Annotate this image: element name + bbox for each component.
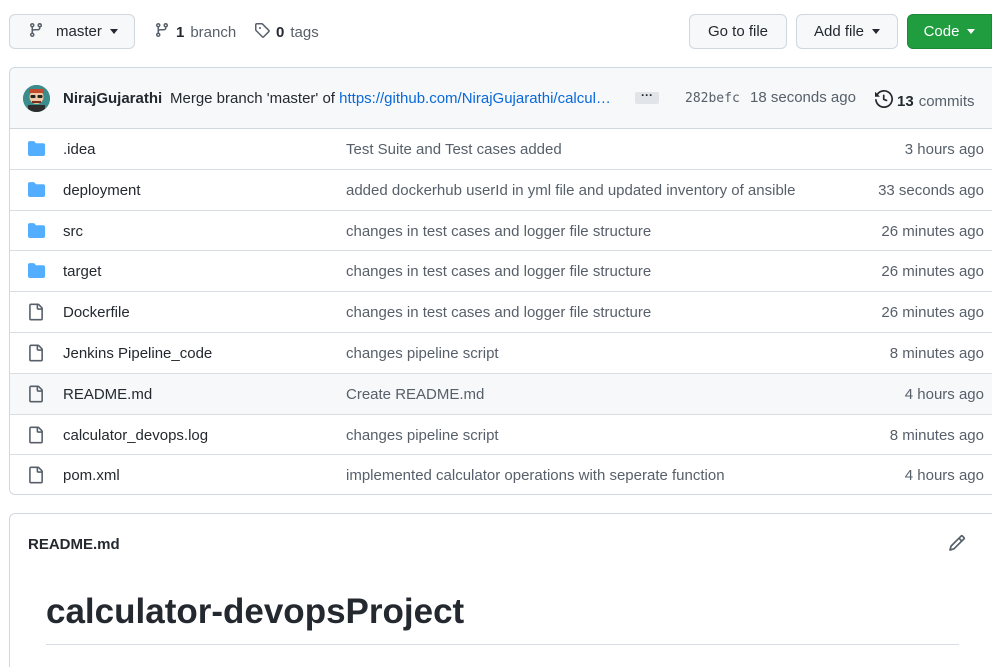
file-commit-message-link[interactable]: implemented calculator operations with s… xyxy=(346,467,725,484)
branch-count: 1 xyxy=(176,23,185,41)
commit-count: 13 xyxy=(897,92,914,110)
history-icon xyxy=(875,89,894,112)
chevron-down-icon xyxy=(967,29,976,34)
branch-selector-button[interactable]: master xyxy=(9,14,135,49)
file-name-link[interactable]: README.md xyxy=(63,386,152,403)
latest-commit-bar: NirajGujarathi Merge branch 'master' of … xyxy=(10,68,992,129)
go-to-file-button[interactable]: Go to file xyxy=(689,14,787,49)
file-name-link[interactable]: target xyxy=(63,263,101,280)
commit-count-label: commits xyxy=(918,92,975,110)
commit-message-text: Merge branch 'master' of xyxy=(170,90,335,107)
file-name-link[interactable]: calculator_devops.log xyxy=(63,427,208,444)
folder-icon xyxy=(27,222,46,243)
file-commit-time: 4 hours ago xyxy=(904,467,984,485)
readme-panel: README.md calculator-devopsProject xyxy=(9,513,992,667)
repo-toolbar: master 1 branch 0 tags Go to file Add fi… xyxy=(0,0,992,62)
file-row[interactable]: README.md Create README.md 4 hours ago xyxy=(10,373,992,415)
file-commit-time: 8 minutes ago xyxy=(889,426,984,444)
file-row[interactable]: .idea Test Suite and Test cases added 3 ho… xyxy=(10,129,992,170)
commit-author[interactable]: NirajGujarathi xyxy=(63,90,162,107)
divider xyxy=(46,644,959,645)
avatar[interactable] xyxy=(23,85,50,112)
file-commit-message-link[interactable]: changes pipeline script xyxy=(346,345,499,362)
code-label: Code xyxy=(923,23,960,40)
file-commit-time: 26 minutes ago xyxy=(881,222,984,240)
folder-icon xyxy=(27,262,46,283)
tag-label: tags xyxy=(290,23,319,41)
branches-link[interactable]: 1 branch xyxy=(154,22,236,42)
add-file-label: Add file xyxy=(813,23,865,40)
file-icon xyxy=(27,344,44,366)
commits-history-link[interactable]: 13 commits xyxy=(875,89,975,112)
expand-commit-message-button[interactable]: ··· xyxy=(635,89,659,104)
file-row[interactable]: Jenkins Pipeline_code changes pipeline sc… xyxy=(10,333,992,374)
commit-message[interactable]: Merge branch 'master' of https://github.… xyxy=(170,90,611,107)
tag-icon xyxy=(254,22,270,42)
commit-message-link[interactable]: https://github.com/NirajGujarathi/calcul… xyxy=(339,90,611,107)
file-commit-message-link[interactable]: changes in test cases and logger file st… xyxy=(346,223,651,240)
file-commit-time: 26 minutes ago xyxy=(881,263,984,281)
branch-label: branch xyxy=(190,23,237,41)
folder-icon xyxy=(27,140,46,161)
file-commit-message-link[interactable]: changes in test cases and logger file st… xyxy=(346,263,651,280)
file-commit-message-link[interactable]: Create README.md xyxy=(346,386,484,403)
chevron-down-icon xyxy=(872,29,881,34)
add-file-button[interactable]: Add file xyxy=(796,14,898,49)
folder-icon xyxy=(27,181,46,202)
file-browser: NirajGujarathi Merge branch 'master' of … xyxy=(9,67,992,495)
readme-header: README.md xyxy=(28,536,120,553)
file-name-link[interactable]: Jenkins Pipeline_code xyxy=(63,345,212,362)
file-row[interactable]: target changes in test cases and logger f… xyxy=(10,251,992,293)
file-icon xyxy=(27,426,44,448)
file-name-link[interactable]: src xyxy=(63,223,83,240)
file-commit-message-link[interactable]: changes in test cases and logger file st… xyxy=(346,304,651,321)
go-to-file-label: Go to file xyxy=(707,23,769,40)
file-name-link[interactable]: deployment xyxy=(63,182,141,199)
file-commit-message-link[interactable]: added dockerhub userId in yml file and u… xyxy=(346,182,795,199)
commit-sha-link[interactable]: 282befc xyxy=(685,91,740,106)
code-button[interactable]: Code xyxy=(907,14,992,49)
file-commit-time: 26 minutes ago xyxy=(881,304,984,322)
file-name-link[interactable]: pom.xml xyxy=(63,467,120,484)
chevron-down-icon xyxy=(109,29,118,34)
readme-title: calculator-devopsProject xyxy=(46,592,465,631)
git-branch-icon xyxy=(28,22,44,42)
file-commit-message-link[interactable]: changes pipeline script xyxy=(346,427,499,444)
file-icon xyxy=(27,385,44,407)
file-icon xyxy=(27,303,44,325)
pencil-icon[interactable] xyxy=(948,534,966,556)
file-commit-time: 33 seconds ago xyxy=(878,181,984,199)
file-list: .idea Test Suite and Test cases added 3 ho… xyxy=(10,129,992,494)
file-commit-time: 8 minutes ago xyxy=(889,344,984,362)
file-icon xyxy=(27,466,44,488)
file-commit-time: 3 hours ago xyxy=(904,141,984,158)
file-row[interactable]: calculator_devops.log changes pipeline sc… xyxy=(10,415,992,456)
file-name-link[interactable]: .idea xyxy=(63,141,96,158)
file-name-link[interactable]: Dockerfile xyxy=(63,304,130,321)
file-commit-time: 4 hours ago xyxy=(904,385,984,403)
commit-time: 18 seconds ago xyxy=(750,89,856,106)
file-row[interactable]: src changes in test cases and logger file… xyxy=(10,211,992,252)
branch-selector-label: master xyxy=(56,23,102,40)
tag-count: 0 xyxy=(276,23,285,41)
file-row[interactable]: deployment added dockerhub userId in yml … xyxy=(10,170,992,211)
file-row[interactable]: pom.xml implemented calculator operations… xyxy=(10,455,992,494)
file-row[interactable]: Dockerfile changes in test cases and logg… xyxy=(10,292,992,333)
file-commit-message-link[interactable]: Test Suite and Test cases added xyxy=(346,141,562,158)
git-branch-icon xyxy=(154,22,170,42)
tags-link[interactable]: 0 tags xyxy=(254,22,319,42)
